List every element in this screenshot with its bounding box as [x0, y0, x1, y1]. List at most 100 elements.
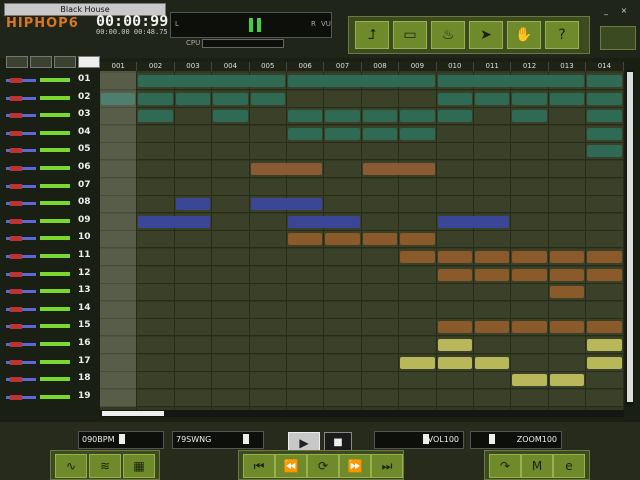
column-header[interactable]: 001: [100, 62, 138, 71]
hand-icon[interactable]: ✋: [507, 21, 541, 49]
track-row[interactable]: 09: [0, 214, 98, 230]
pattern-clip[interactable]: [549, 251, 585, 263]
track-volume[interactable]: [40, 236, 70, 241]
pattern-clip[interactable]: [437, 110, 472, 123]
track-volume[interactable]: [40, 218, 70, 223]
pan-knob[interactable]: [10, 306, 22, 312]
pattern-clip[interactable]: [587, 110, 622, 123]
pattern-clip[interactable]: [437, 339, 472, 351]
zoom-knob[interactable]: [489, 434, 495, 444]
track-row[interactable]: 07: [0, 179, 98, 195]
pan-knob[interactable]: [10, 113, 22, 119]
track-volume[interactable]: [40, 148, 70, 153]
pattern-clip[interactable]: [288, 75, 435, 87]
pattern-clip[interactable]: [512, 251, 547, 263]
pan-knob[interactable]: [10, 78, 22, 83]
pattern-clip[interactable]: [512, 92, 547, 105]
pattern-clip[interactable]: [549, 286, 585, 299]
pattern-clip[interactable]: [587, 251, 622, 263]
pattern-clip[interactable]: [362, 233, 398, 246]
pattern-clip[interactable]: [400, 251, 435, 263]
pan-knob[interactable]: [10, 394, 22, 400]
column-header[interactable]: 010: [436, 62, 474, 71]
track-lane[interactable]: [100, 178, 624, 196]
pan-knob[interactable]: [10, 254, 22, 259]
pan-knob[interactable]: [10, 148, 22, 154]
track-lane[interactable]: [100, 354, 624, 372]
column-header[interactable]: 012: [511, 62, 549, 71]
midi-icon[interactable]: M: [521, 454, 553, 478]
pattern-clip[interactable]: [288, 233, 323, 246]
pan-knob[interactable]: [10, 201, 22, 207]
volume-slider[interactable]: VOL100: [374, 431, 464, 449]
pattern-clip[interactable]: [437, 321, 472, 334]
column-header[interactable]: 008: [361, 62, 400, 71]
track-volume[interactable]: [40, 342, 70, 346]
track-volume[interactable]: [40, 166, 70, 170]
track-row[interactable]: 06: [0, 161, 98, 177]
bpm-slider[interactable]: 090BPM: [78, 431, 164, 449]
pattern-clip[interactable]: [512, 321, 547, 334]
pattern-clip[interactable]: [362, 110, 398, 123]
pan-knob[interactable]: [10, 183, 22, 189]
pattern-clip[interactable]: [549, 268, 585, 281]
pattern-clip[interactable]: [549, 92, 585, 105]
grid-icon[interactable]: ▦: [123, 454, 155, 478]
pattern-clip[interactable]: [587, 127, 622, 140]
track-volume[interactable]: [40, 306, 70, 311]
pattern-clip[interactable]: [362, 163, 435, 175]
pan-knob[interactable]: [10, 271, 22, 277]
track-row[interactable]: 04: [0, 126, 98, 142]
pattern-clip[interactable]: [437, 215, 510, 228]
pattern-clip[interactable]: [288, 127, 323, 140]
track-volume[interactable]: [40, 394, 70, 399]
track-lane[interactable]: [100, 337, 624, 354]
pan-knob[interactable]: [10, 359, 22, 365]
pattern-clip[interactable]: [437, 251, 472, 263]
track-volume[interactable]: [40, 113, 70, 118]
pattern-clip[interactable]: [587, 339, 622, 351]
pattern-clip[interactable]: [175, 92, 211, 105]
fast-forward-icon[interactable]: ⏩: [339, 454, 371, 478]
skip-start-icon[interactable]: ⏮: [243, 454, 275, 478]
track-volume[interactable]: [40, 271, 70, 276]
track-row[interactable]: 13: [0, 284, 98, 300]
pattern-clip[interactable]: [475, 251, 510, 263]
column-header[interactable]: 004: [212, 62, 250, 71]
column-header[interactable]: 014: [586, 62, 624, 71]
swing-knob[interactable]: [243, 434, 249, 444]
horizontal-scroll-thumb[interactable]: [102, 411, 164, 416]
pattern-clip[interactable]: [138, 110, 173, 123]
pattern-clip[interactable]: [138, 75, 285, 87]
close-icon[interactable]: [78, 56, 100, 68]
pan-knob[interactable]: [10, 130, 22, 136]
track-row[interactable]: 15: [0, 319, 98, 335]
track-row[interactable]: 01: [0, 73, 98, 89]
track-volume[interactable]: [40, 95, 70, 100]
track-volume[interactable]: [40, 254, 70, 258]
pattern-clip[interactable]: [475, 356, 510, 369]
vertical-scroll-thumb[interactable]: [627, 72, 633, 402]
pan-knob[interactable]: [10, 324, 22, 330]
skip-end-icon[interactable]: ⏭: [371, 454, 403, 478]
pattern-clip[interactable]: [512, 110, 547, 123]
pattern-clip[interactable]: [325, 110, 360, 123]
playhead[interactable]: [100, 71, 136, 407]
pattern-clip[interactable]: [587, 268, 622, 281]
pattern-clip[interactable]: [213, 110, 248, 123]
sequencer-grid[interactable]: 001 002 003 004 005 006 007 008 009 010 011 012 013 0…: [100, 62, 624, 410]
pattern-clip[interactable]: [437, 75, 585, 87]
pattern-clip[interactable]: [587, 356, 622, 369]
pattern-clip[interactable]: [288, 215, 360, 228]
track-volume[interactable]: [40, 324, 70, 329]
zoom-slider[interactable]: ZOOM100: [470, 431, 562, 449]
column-header[interactable]: 002: [137, 62, 175, 71]
pattern-clip[interactable]: [437, 92, 472, 105]
column-header[interactable]: 009: [399, 62, 437, 71]
column-header[interactable]: 005: [249, 62, 287, 71]
column-header[interactable]: 013: [548, 62, 587, 71]
pattern-clip[interactable]: [288, 110, 323, 123]
swing-slider[interactable]: 79SWNG: [172, 431, 264, 449]
pattern-clip[interactable]: [475, 321, 510, 334]
pattern-clip[interactable]: [175, 198, 211, 211]
